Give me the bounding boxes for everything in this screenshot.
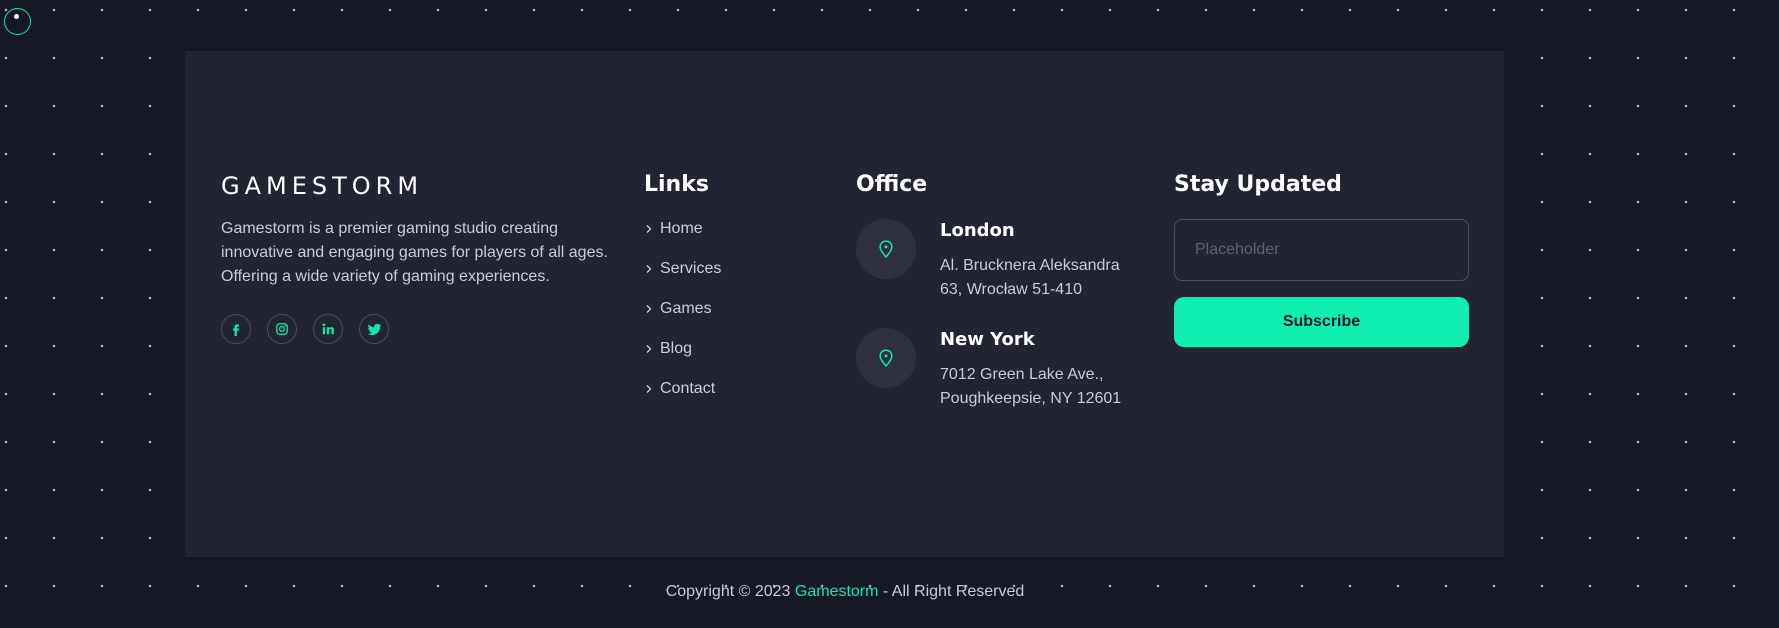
map-pin-icon [879, 240, 893, 258]
office-location-london: London Al. Brucknera Aleksandra 63, Wroc… [856, 219, 1166, 299]
link-games[interactable]: Games [644, 299, 721, 319]
facebook-link[interactable] [221, 314, 251, 344]
office-address-line: Al. Brucknera Aleksandra [940, 257, 1120, 274]
linkedin-icon [322, 323, 334, 335]
facebook-icon [233, 324, 239, 336]
link-label: Games [660, 300, 712, 317]
instagram-link[interactable] [267, 314, 297, 344]
subscribe-button[interactable]: Subscribe [1174, 297, 1469, 347]
link-contact[interactable]: Contact [644, 379, 721, 399]
linkedin-link[interactable] [313, 314, 343, 344]
copyright-brand-link[interactable]: Gamestorm [795, 583, 879, 600]
link-label: Blog [660, 340, 693, 357]
copyright-text: Copyright © 2023 Gamestorm - All Right R… [0, 583, 1690, 601]
link-label: Services [660, 260, 722, 277]
office-address: Al. Brucknera Aleksandra 63, Wrocław 51-… [940, 254, 1120, 302]
link-label: Home [660, 220, 703, 237]
link-label: Contact [660, 380, 716, 397]
links-heading: Links [644, 172, 709, 197]
twitter-icon [367, 323, 381, 335]
brand-description: Gamestorm is a premier gaming studio cre… [221, 220, 608, 285]
chevron-right-icon [646, 345, 652, 353]
footer-panel: GAMESTORM Gamestorm is a premier gaming … [185, 51, 1504, 557]
link-blog[interactable]: Blog [644, 339, 721, 359]
links-list: Home Services Games Blog Contact [644, 219, 721, 419]
chevron-right-icon [646, 265, 652, 273]
office-address-line: 63, Wrocław 51-410 [940, 281, 1082, 298]
link-services[interactable]: Services [644, 259, 721, 279]
chevron-right-icon [646, 305, 652, 313]
instagram-icon [276, 323, 288, 335]
twitter-link[interactable] [359, 314, 389, 344]
copyright-suffix: - All Right Reserved [878, 583, 1025, 600]
office-address: 7012 Green Lake Ave., Poughkeepsie, NY 1… [940, 363, 1121, 411]
link-home[interactable]: Home [644, 219, 721, 239]
office-city: New York [940, 329, 1035, 350]
office-address-line: Poughkeepsie, NY 12601 [940, 390, 1122, 407]
map-pin-icon [879, 349, 893, 367]
social-links [221, 314, 389, 344]
newsletter-input[interactable] [1174, 219, 1469, 281]
office-heading: Office [856, 172, 928, 197]
brand-logo: GAMESTORM [221, 172, 424, 200]
map-pin-badge [856, 328, 916, 388]
chevron-right-icon [646, 225, 652, 233]
chevron-right-icon [646, 385, 652, 393]
newsletter-heading: Stay Updated [1174, 172, 1342, 197]
copyright-prefix: Copyright © 2023 [665, 583, 795, 600]
map-pin-badge [856, 219, 916, 279]
cursor-indicator-icon [4, 8, 31, 35]
office-address-line: 7012 Green Lake Ave., [940, 366, 1104, 383]
cursor-dot [14, 14, 19, 19]
office-city: London [940, 220, 1015, 241]
office-location-new-york: New York 7012 Green Lake Ave., Poughkeep… [856, 328, 1166, 408]
